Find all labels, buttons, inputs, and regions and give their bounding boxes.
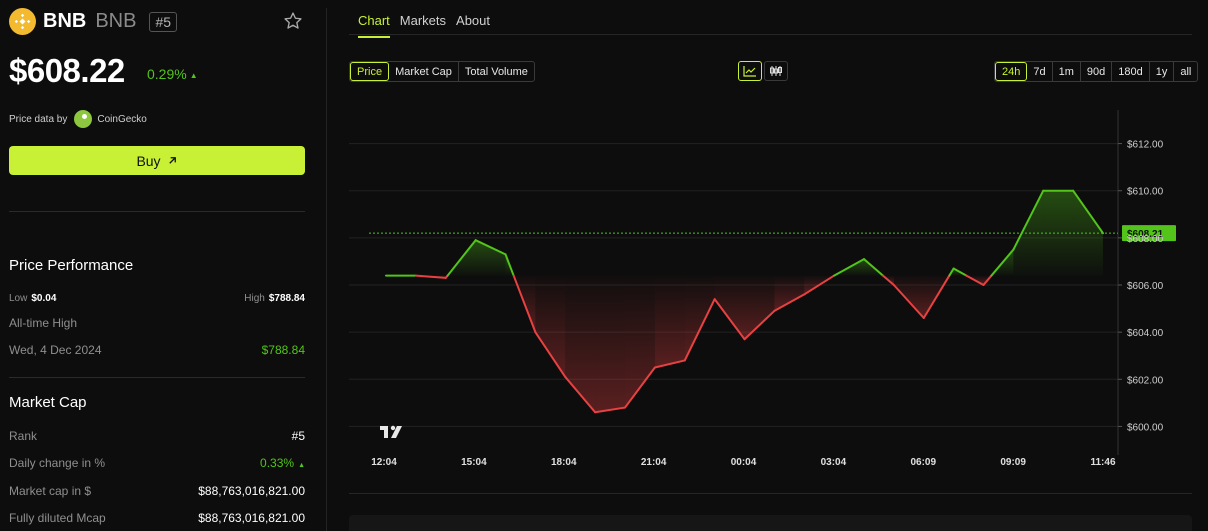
candlestick-icon[interactable] [764,61,788,81]
tabs-divider [349,34,1192,35]
price-performance-title: Price Performance [9,257,134,274]
price-source: Price data by CoinGecko [9,110,147,128]
y-tick-label: $612.00 [1127,140,1164,151]
row-label: Fully diluted Mcap [9,511,106,525]
y-tick-label: $608.00 [1127,234,1164,245]
high-label: High [244,293,265,304]
area-segment [684,275,715,361]
price-change-value: 0.29% [147,66,187,82]
market-cap-row-rank: Rank #5 [9,429,305,443]
row-label: Daily change in % [9,456,106,470]
x-tick-label: 06:09 [910,457,936,468]
y-tick-label: $604.00 [1127,328,1164,339]
bnb-logo-icon [9,8,36,35]
metric-total-volume-button[interactable]: Total Volume [459,62,534,81]
x-tick-label: 11:46 [1090,457,1115,468]
chart-divider [349,493,1192,494]
star-icon[interactable] [283,11,303,31]
market-cap-title: Market Cap [9,394,87,411]
row-value: $88,763,016,821.00 [198,484,305,498]
high-value: $788.84 [268,293,305,304]
market-cap-row-usd: Market cap in $ $88,763,016,821.00 [9,484,305,498]
x-tick-label: 03:04 [821,457,847,468]
y-tick-label: $600.00 [1127,422,1164,433]
range-180d-button[interactable]: 180d [1112,62,1150,81]
metric-market-cap-button[interactable]: Market Cap [389,62,459,81]
row-value: 0.33% ▲ [260,456,305,470]
ath-date: Wed, 4 Dec 2024 [9,343,102,357]
divider [9,211,305,212]
metric-toggle: Price Market Cap Total Volume [349,61,535,82]
ath-value: $788.84 [261,343,305,357]
range-1m-button[interactable]: 1m [1053,62,1081,81]
high-stat: High $788.84 [244,293,305,304]
price-change: 0.29% ▲ [147,66,198,82]
rank-badge: #5 [149,11,178,32]
x-tick-label: 00:04 [731,457,757,468]
market-cap-row-fdv: Fully diluted Mcap $88,763,016,821.00 [9,511,305,525]
area-segment [744,275,775,340]
range-90d-button[interactable]: 90d [1081,62,1113,81]
row-value: #5 [291,429,305,443]
x-tick-label: 09:09 [1000,457,1026,468]
panel-divider [326,8,327,531]
range-24h-button[interactable]: 24h [995,62,1028,81]
buy-button[interactable]: Buy [9,146,305,175]
price-source-label: Price data by [9,113,68,125]
divider [9,377,305,378]
row-label: Market cap in $ [9,484,92,498]
daily-change-value: 0.33% [260,456,295,470]
low-high-row: Low $0.04 High $788.84 [9,293,305,304]
area-segment [654,275,685,368]
low-value: $0.04 [31,293,57,304]
tradingview-logo-icon [380,425,402,438]
area-segment [595,275,625,413]
metric-price-button[interactable]: Price [350,62,390,81]
area-segment [475,240,506,276]
bottom-card [349,515,1192,531]
range-all-button[interactable]: all [1174,62,1197,81]
ath-date-row: Wed, 4 Dec 2024 $788.84 [9,343,305,357]
up-arrow-icon: ▲ [189,71,198,80]
ath-row: All-time High [9,316,305,330]
current-price: $608.22 [9,52,125,89]
range-toggle: 24h 7d 1m 90d 180d 1y all [994,61,1199,82]
buy-button-label: Buy [136,152,161,169]
coin-header: BNB BNB #5 [9,8,178,35]
market-cap-row-daily-change: Daily change in % 0.33% ▲ [9,456,305,470]
x-tick-label: 18:04 [551,457,577,468]
row-label: Rank [9,429,38,443]
area-segment [535,275,566,377]
range-1y-button[interactable]: 1y [1150,62,1175,81]
y-tick-label: $602.00 [1127,375,1164,386]
area-segment [774,275,805,311]
x-tick-label: 12:04 [371,457,397,468]
low-stat: Low $0.04 [9,293,56,304]
y-tick-label: $610.00 [1127,187,1164,198]
coin-panel: BNB BNB #5 $608.22 0.29% ▲ Price data by … [0,0,318,531]
area-segment [565,275,596,413]
coin-symbol: BNB [95,10,137,32]
area-segment [714,275,745,340]
chart-view-toggle [738,61,788,81]
x-tick-label: 15:04 [461,457,487,468]
price-source-name[interactable]: CoinGecko [97,114,146,125]
price-chart[interactable]: $608.21$600.00$602.00$604.00$606.00$608.… [349,110,1192,475]
x-tick-label: 21:04 [641,457,667,468]
line-chart-icon[interactable] [738,61,762,81]
range-7d-button[interactable]: 7d [1027,62,1053,81]
up-arrow-icon: ▲ [298,462,305,469]
y-tick-label: $606.00 [1127,281,1164,292]
coingecko-logo-icon [74,110,93,128]
ath-label: All-time High [9,316,78,330]
coin-name: BNB [43,10,87,32]
row-value: $88,763,016,821.00 [198,511,305,525]
low-label: Low [9,293,28,304]
arrow-up-right-icon [168,157,176,164]
